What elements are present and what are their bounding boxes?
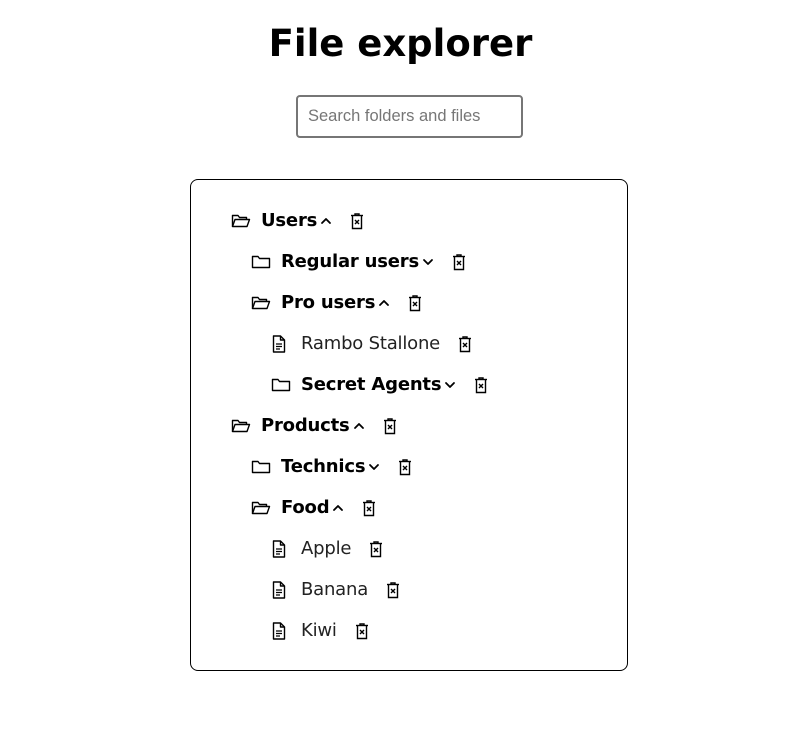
- tree-row-file[interactable]: Banana: [271, 577, 402, 603]
- file-name[interactable]: Kiwi: [301, 618, 337, 644]
- trash-icon[interactable]: [362, 499, 378, 517]
- file-text-icon: [271, 620, 293, 642]
- file-name[interactable]: Apple: [301, 536, 351, 562]
- folder-name[interactable]: Secret Agents: [301, 372, 442, 398]
- folder-name[interactable]: Users: [261, 208, 317, 234]
- folder-open-icon: [231, 415, 253, 437]
- trash-icon[interactable]: [350, 212, 366, 230]
- file-text-icon: [271, 538, 293, 560]
- tree-row-folder[interactable]: Products: [231, 413, 399, 439]
- tree-row-folder[interactable]: Secret Agents: [271, 372, 490, 398]
- file-tree-panel: Users Regular users Pro users Rambo Stal…: [190, 179, 628, 671]
- folder-name[interactable]: Food: [281, 495, 330, 521]
- chevron-up-icon[interactable]: [378, 297, 390, 309]
- chevron-down-icon[interactable]: [422, 256, 434, 268]
- trash-icon[interactable]: [386, 581, 402, 599]
- folder-name[interactable]: Products: [261, 413, 350, 439]
- folder-icon: [271, 374, 293, 396]
- trash-icon[interactable]: [383, 417, 399, 435]
- file-text-icon: [271, 333, 293, 355]
- chevron-up-icon[interactable]: [320, 215, 332, 227]
- folder-name[interactable]: Technics: [281, 454, 366, 480]
- file-text-icon: [271, 579, 293, 601]
- folder-name[interactable]: Pro users: [281, 290, 375, 316]
- tree-row-file[interactable]: Kiwi: [271, 618, 371, 644]
- tree-row-folder[interactable]: Food: [251, 495, 378, 521]
- trash-icon[interactable]: [458, 335, 474, 353]
- folder-open-icon: [231, 210, 253, 232]
- trash-icon[interactable]: [355, 622, 371, 640]
- folder-icon: [251, 251, 273, 273]
- folder-open-icon: [251, 497, 273, 519]
- tree-row-folder[interactable]: Technics: [251, 454, 414, 480]
- trash-icon[interactable]: [398, 458, 414, 476]
- tree-row-folder[interactable]: Regular users: [251, 249, 468, 275]
- tree-row-file[interactable]: Rambo Stallone: [271, 331, 474, 357]
- trash-icon[interactable]: [452, 253, 468, 271]
- page-title: File explorer: [268, 22, 533, 65]
- tree-row-folder[interactable]: Pro users: [251, 290, 424, 316]
- tree-row-folder[interactable]: Users: [231, 208, 366, 234]
- trash-icon[interactable]: [369, 540, 385, 558]
- file-name[interactable]: Rambo Stallone: [301, 331, 440, 357]
- chevron-up-icon[interactable]: [332, 502, 344, 514]
- trash-icon[interactable]: [408, 294, 424, 312]
- search-input[interactable]: [296, 95, 523, 138]
- trash-icon[interactable]: [474, 376, 490, 394]
- folder-icon: [251, 456, 273, 478]
- chevron-up-icon[interactable]: [353, 420, 365, 432]
- folder-name[interactable]: Regular users: [281, 249, 419, 275]
- chevron-down-icon[interactable]: [444, 379, 456, 391]
- chevron-down-icon[interactable]: [368, 461, 380, 473]
- tree-row-file[interactable]: Apple: [271, 536, 385, 562]
- file-name[interactable]: Banana: [301, 577, 368, 603]
- folder-open-icon: [251, 292, 273, 314]
